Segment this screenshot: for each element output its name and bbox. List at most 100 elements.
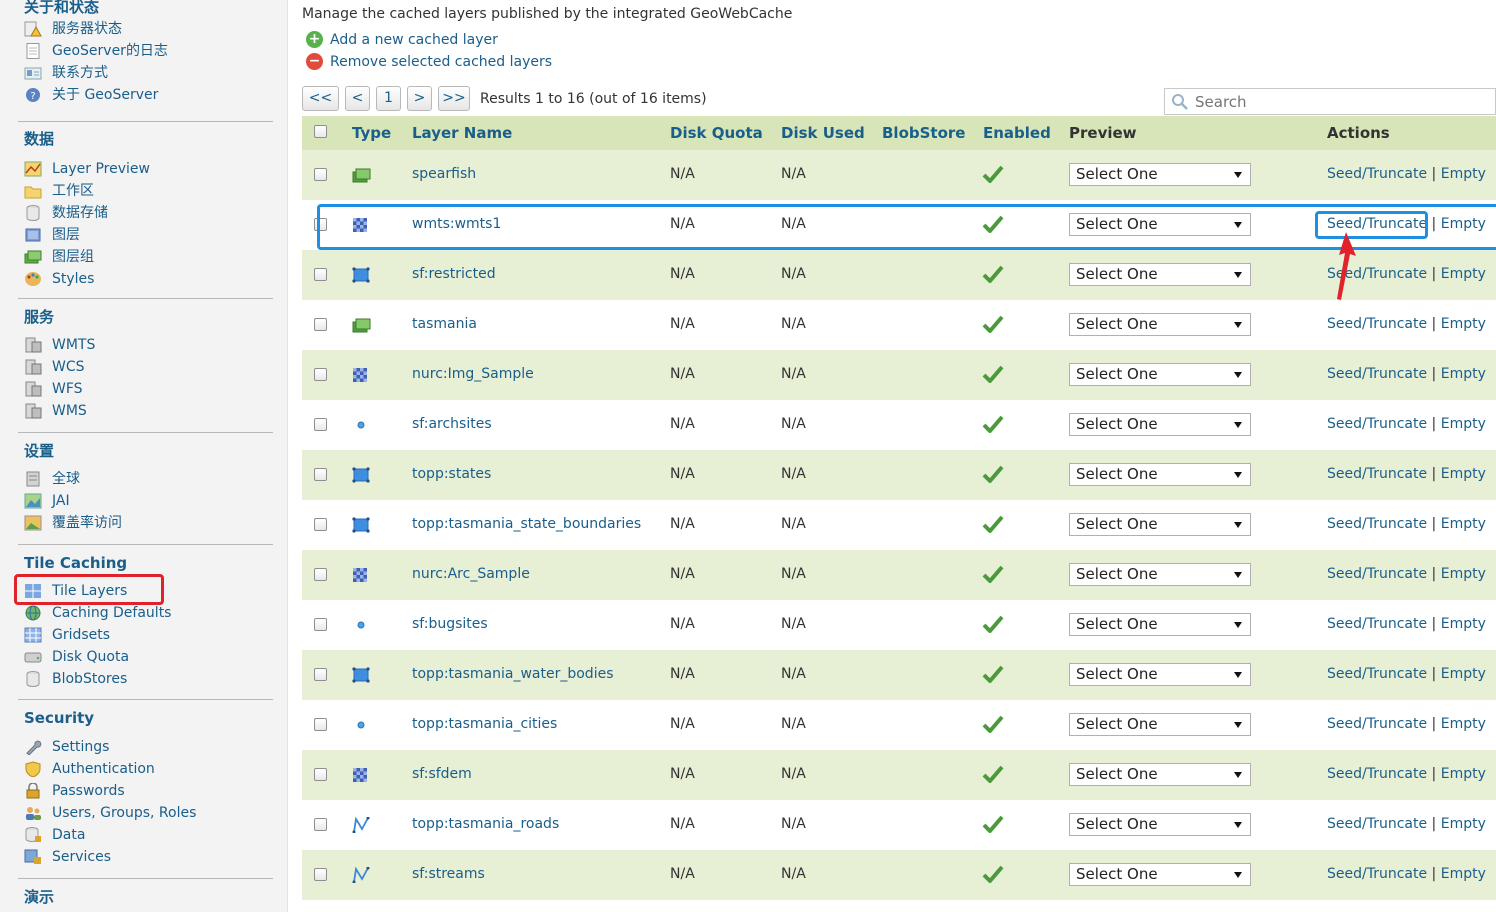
layer-name-link[interactable]: sf:archsites (412, 416, 492, 432)
sidebar-item-wcs[interactable]: WCS (24, 356, 273, 378)
seed-truncate-link[interactable]: Seed/Truncate (1327, 766, 1427, 782)
sidebar-item-data[interactable]: Data (24, 824, 273, 846)
sidebar-item-styles[interactable]: Styles (24, 268, 273, 290)
sidebar-item-jai[interactable]: JAI (24, 490, 273, 512)
row-checkbox[interactable] (314, 668, 327, 681)
row-checkbox[interactable] (314, 818, 327, 831)
sidebar-item-data-1[interactable]: 工作区 (24, 180, 273, 202)
row-checkbox[interactable] (314, 318, 327, 331)
empty-link[interactable]: Empty (1441, 566, 1486, 582)
empty-link[interactable]: Empty (1441, 366, 1486, 382)
preview-select[interactable]: Select One (1069, 863, 1251, 886)
seed-truncate-link[interactable]: Seed/Truncate (1327, 816, 1427, 832)
preview-select[interactable]: Select One (1069, 313, 1251, 336)
preview-select[interactable]: Select One (1069, 763, 1251, 786)
row-checkbox[interactable] (314, 468, 327, 481)
sidebar-item-authentication[interactable]: Authentication (24, 758, 273, 780)
sidebar-item-about-2[interactable]: 联系方式 (24, 62, 273, 84)
sidebar-item-wms[interactable]: WMS (24, 400, 273, 422)
empty-link[interactable]: Empty (1441, 166, 1486, 182)
preview-select[interactable]: Select One (1069, 413, 1251, 436)
column-blobstore[interactable]: BlobStore (882, 124, 965, 142)
seed-truncate-link[interactable]: Seed/Truncate (1327, 416, 1427, 432)
sidebar-item-passwords[interactable]: Passwords (24, 780, 273, 802)
layer-name-link[interactable]: topp:states (412, 466, 491, 482)
layer-name-link[interactable]: sf:restricted (412, 266, 496, 282)
sidebar-item-caching-defaults[interactable]: Caching Defaults (24, 602, 273, 624)
sidebar-item-gridsets[interactable]: Gridsets (24, 624, 273, 646)
row-checkbox[interactable] (314, 218, 327, 231)
empty-link[interactable]: Empty (1441, 516, 1486, 532)
seed-truncate-link[interactable]: Seed/Truncate (1327, 616, 1427, 632)
layer-name-link[interactable]: sf:sfdem (412, 766, 472, 782)
layer-name-link[interactable]: spearfish (412, 166, 476, 182)
sidebar-item-services[interactable]: Services (24, 846, 273, 868)
seed-truncate-link[interactable]: Seed/Truncate (1327, 516, 1427, 532)
empty-link[interactable]: Empty (1441, 416, 1486, 432)
row-checkbox[interactable] (314, 518, 327, 531)
seed-truncate-link[interactable]: Seed/Truncate (1327, 316, 1427, 332)
row-checkbox[interactable] (314, 368, 327, 381)
sidebar-item-about-0[interactable]: 服务器状态 (24, 18, 273, 40)
empty-link[interactable]: Empty (1441, 466, 1486, 482)
layer-name-link[interactable]: topp:tasmania_state_boundaries (412, 516, 641, 532)
sidebar-item-data-4[interactable]: 图层组 (24, 246, 273, 268)
column-disk-quota[interactable]: Disk Quota (670, 124, 763, 142)
select-all-checkbox[interactable] (314, 125, 327, 138)
row-checkbox[interactable] (314, 568, 327, 581)
empty-link[interactable]: Empty (1441, 216, 1486, 232)
sidebar-item-settings[interactable]: Settings (24, 736, 273, 758)
layer-name-link[interactable]: sf:streams (412, 866, 485, 882)
next-page-button[interactable]: > (407, 86, 432, 111)
preview-select[interactable]: Select One (1069, 713, 1251, 736)
last-page-button[interactable]: >> (438, 86, 470, 111)
seed-truncate-link[interactable]: Seed/Truncate (1327, 366, 1427, 382)
preview-select[interactable]: Select One (1069, 363, 1251, 386)
preview-select[interactable]: Select One (1069, 213, 1251, 236)
layer-name-link[interactable]: nurc:Arc_Sample (412, 566, 530, 582)
search-input[interactable] (1195, 92, 1485, 111)
layer-name-link[interactable]: topp:tasmania_roads (412, 816, 559, 832)
sidebar-item-wmts[interactable]: WMTS (24, 334, 273, 356)
empty-link[interactable]: Empty (1441, 716, 1486, 732)
preview-select[interactable]: Select One (1069, 563, 1251, 586)
preview-select[interactable]: Select One (1069, 513, 1251, 536)
column-enabled[interactable]: Enabled (983, 124, 1051, 142)
column-disk-used[interactable]: Disk Used (781, 124, 865, 142)
preview-select[interactable]: Select One (1069, 163, 1251, 186)
page-1-button[interactable]: 1 (376, 86, 401, 111)
empty-link[interactable]: Empty (1441, 666, 1486, 682)
seed-truncate-link[interactable]: Seed/Truncate (1327, 716, 1427, 732)
first-page-button[interactable]: << (302, 86, 339, 111)
empty-link[interactable]: Empty (1441, 316, 1486, 332)
sidebar-item-disk-quota[interactable]: Disk Quota (24, 646, 273, 668)
layer-name-link[interactable]: wmts:wmts1 (412, 216, 501, 232)
seed-truncate-link[interactable]: Seed/Truncate (1327, 666, 1427, 682)
column-type[interactable]: Type (352, 124, 391, 142)
layer-name-link[interactable]: sf:bugsites (412, 616, 488, 632)
row-checkbox[interactable] (314, 268, 327, 281)
sidebar-item-blobstores[interactable]: BlobStores (24, 668, 273, 690)
sidebar-item-geoserver[interactable]: GeoServer的日志 (24, 40, 273, 62)
add-cached-layer-link[interactable]: + Add a new cached layer (306, 31, 498, 48)
sidebar-item-data-2[interactable]: 数据存储 (24, 202, 273, 224)
preview-select[interactable]: Select One (1069, 813, 1251, 836)
empty-link[interactable]: Empty (1441, 616, 1486, 632)
empty-link[interactable]: Empty (1441, 866, 1486, 882)
sidebar-item-geoserver[interactable]: ? 关于 GeoServer (24, 84, 273, 106)
row-checkbox[interactable] (314, 168, 327, 181)
preview-select[interactable]: Select One (1069, 663, 1251, 686)
empty-link[interactable]: Empty (1441, 766, 1486, 782)
empty-link[interactable]: Empty (1441, 816, 1486, 832)
row-checkbox[interactable] (314, 618, 327, 631)
empty-link[interactable]: Empty (1441, 266, 1486, 282)
sidebar-item-settings-0[interactable]: 全球 (24, 468, 273, 490)
seed-truncate-link[interactable]: Seed/Truncate (1327, 216, 1427, 232)
seed-truncate-link[interactable]: Seed/Truncate (1327, 866, 1427, 882)
seed-truncate-link[interactable]: Seed/Truncate (1327, 166, 1427, 182)
preview-select[interactable]: Select One (1069, 263, 1251, 286)
layer-name-link[interactable]: topp:tasmania_cities (412, 716, 557, 732)
row-checkbox[interactable] (314, 718, 327, 731)
sidebar-item-data-3[interactable]: 图层 (24, 224, 273, 246)
sidebar-item-wfs[interactable]: WFS (24, 378, 273, 400)
